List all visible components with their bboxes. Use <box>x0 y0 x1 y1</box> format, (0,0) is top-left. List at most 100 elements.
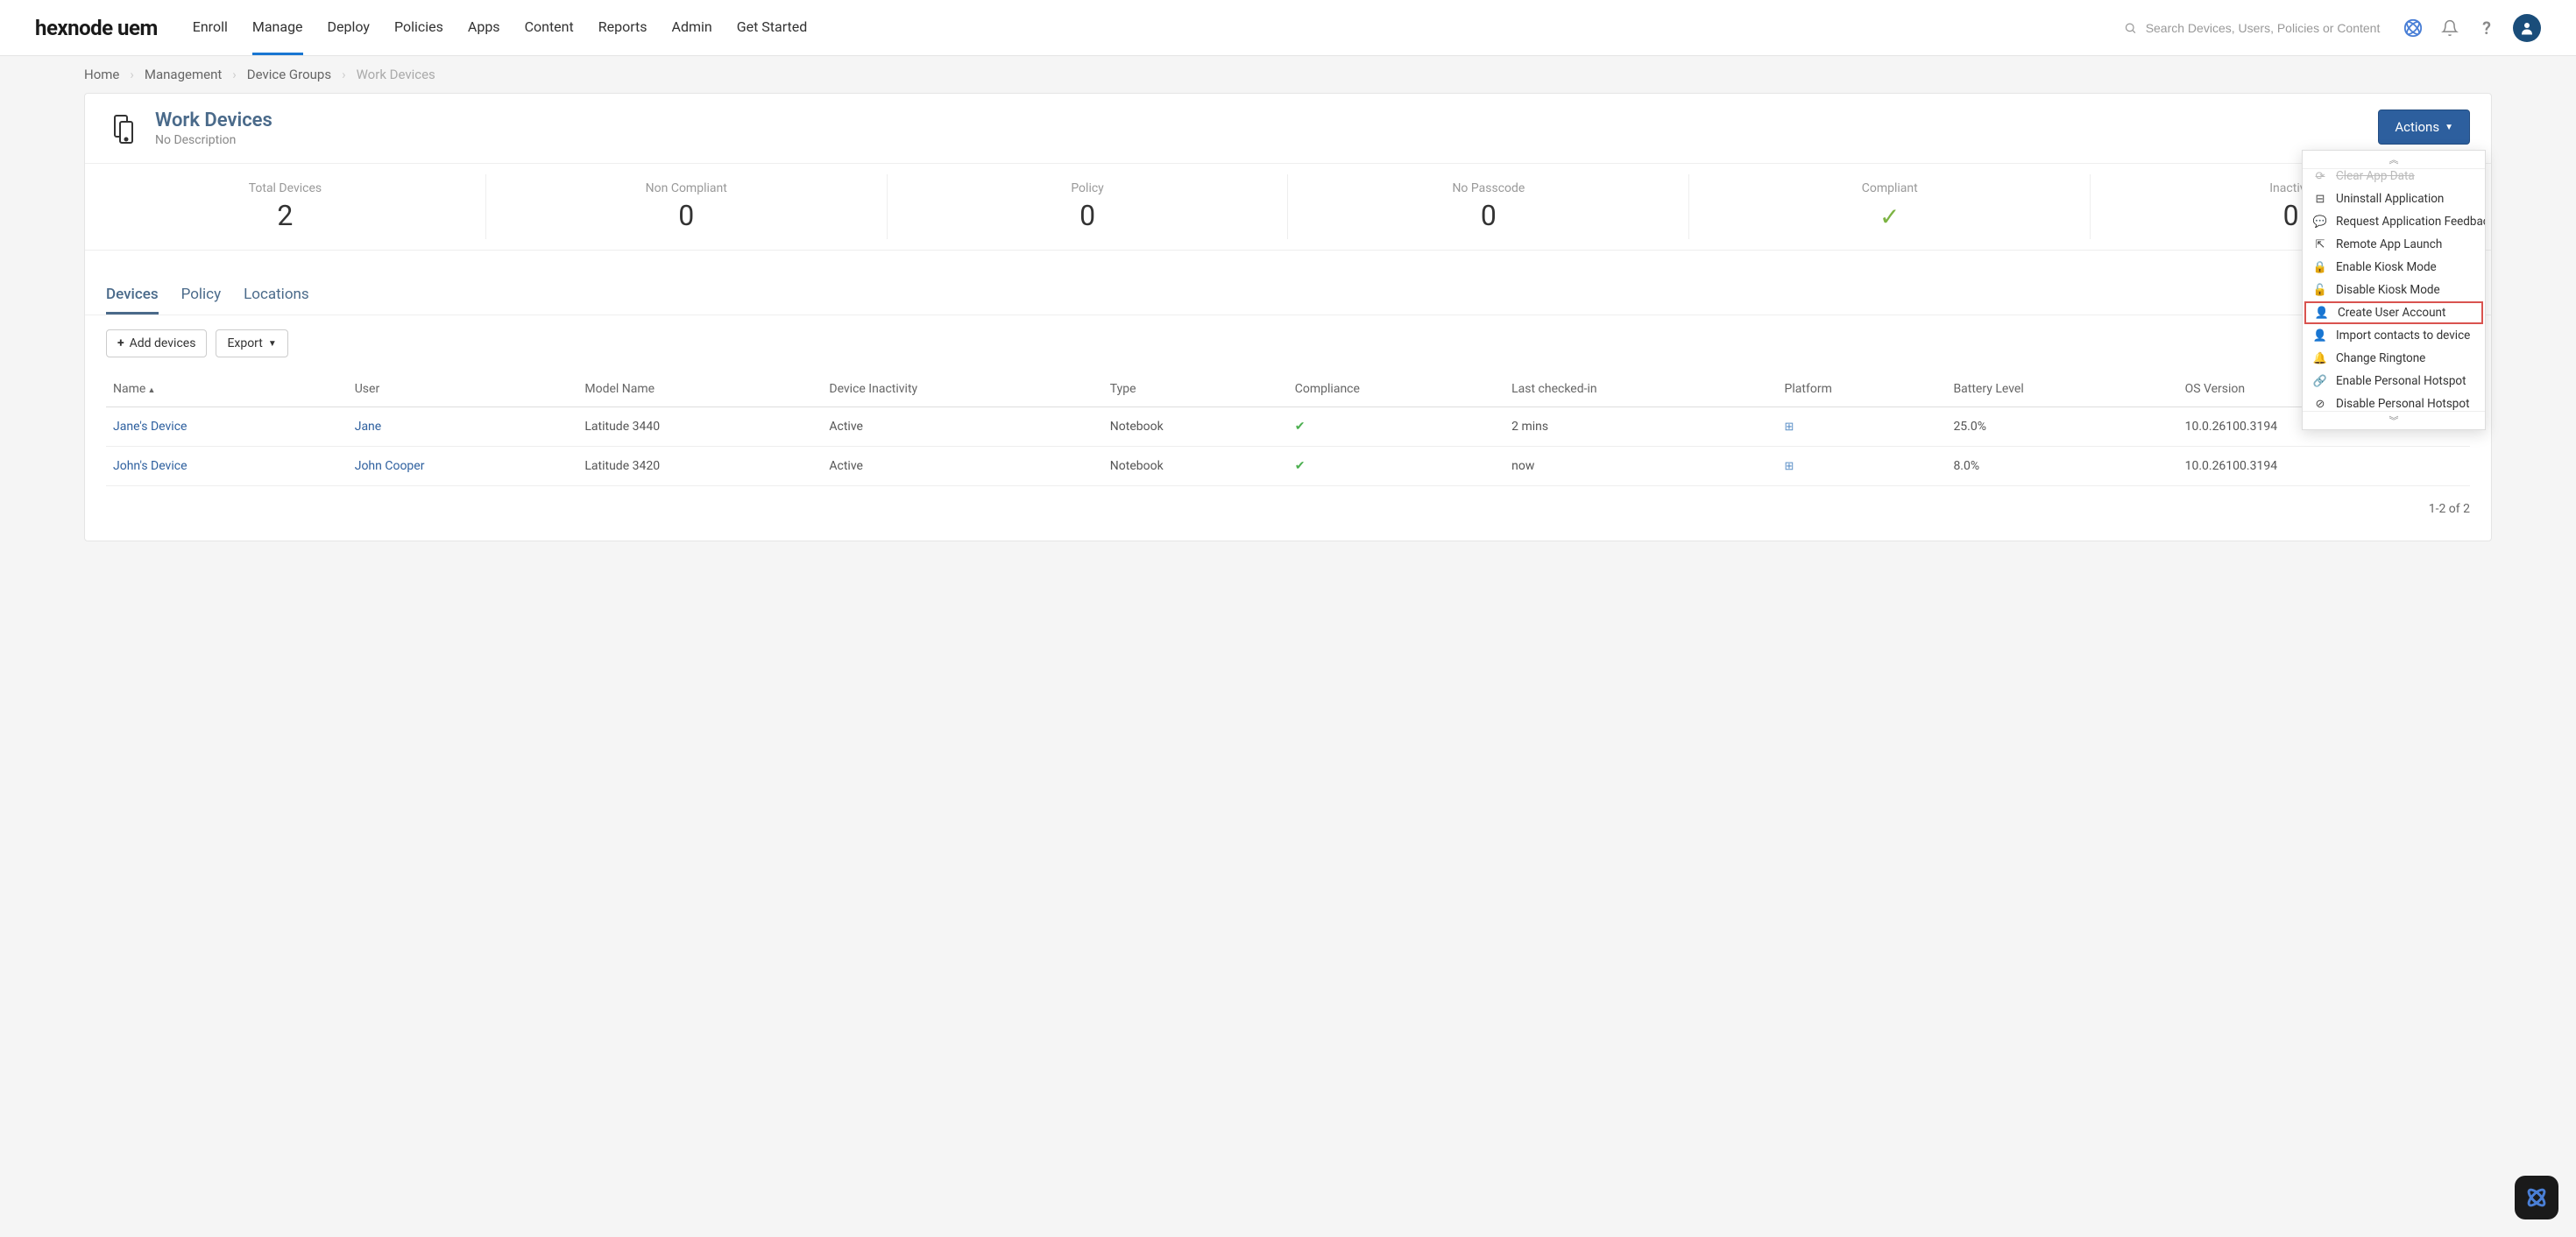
nav-reports[interactable]: Reports <box>598 1 648 55</box>
action-icon: ⊘ <box>2313 398 2327 411</box>
stat-label: Compliant <box>1689 181 2090 195</box>
nav-items: Enroll Manage Deploy Policies Apps Content Rep… <box>193 1 2124 55</box>
breadcrumb-link[interactable]: Management <box>145 67 222 82</box>
global-search[interactable] <box>2124 21 2387 35</box>
action-icon: ⇱ <box>2313 238 2327 251</box>
stat-label: Non Compliant <box>486 181 887 195</box>
help-fab[interactable] <box>2515 1176 2558 1219</box>
search-input[interactable] <box>2146 21 2387 35</box>
logo: hexnode uem <box>35 16 158 40</box>
action-label: Import contacts to device <box>2336 329 2470 343</box>
nav-manage[interactable]: Manage <box>252 1 303 55</box>
user-link[interactable]: John Cooper <box>355 459 425 473</box>
action-import-contacts-to-device[interactable]: 👤Import contacts to device <box>2303 324 2485 347</box>
action-uninstall-application[interactable]: ⊟Uninstall Application <box>2303 187 2485 210</box>
action-label: Request Application Feedback <box>2336 215 2486 229</box>
nav-get-started[interactable]: Get Started <box>737 1 808 55</box>
cell: 2 mins <box>1504 407 1777 447</box>
add-devices-label: Add devices <box>130 336 196 350</box>
dropdown-scroll-down[interactable]: ︾ <box>2303 411 2485 429</box>
actions-dropdown: ︽ ⊞Install Application⟳Clear App Data⊟Un… <box>2302 150 2486 430</box>
action-label: Remote App Launch <box>2336 237 2442 251</box>
table-pagination: 1-2 of 2 <box>85 486 2491 541</box>
action-create-user-account[interactable]: 👤Create User Account <box>2304 301 2483 324</box>
caret-down-icon: ▼ <box>2445 123 2453 132</box>
integrations-icon[interactable] <box>2403 18 2424 39</box>
stat-value: 0 <box>888 199 1288 232</box>
export-button[interactable]: Export ▼ <box>216 329 287 357</box>
cell: Active <box>822 407 1102 447</box>
stat-value: 0 <box>1288 199 1688 232</box>
actions-label: Actions <box>2395 119 2439 135</box>
nav-enroll[interactable]: Enroll <box>193 1 228 55</box>
chevron-right-icon: › <box>232 67 237 82</box>
tab-policy[interactable]: Policy <box>181 277 222 315</box>
tab-devices[interactable]: Devices <box>106 277 159 315</box>
tab-locations[interactable]: Locations <box>244 277 309 315</box>
chevron-right-icon: › <box>342 67 346 82</box>
notifications-icon[interactable] <box>2439 18 2460 39</box>
action-change-ringtone[interactable]: 🔔Change Ringtone <box>2303 347 2485 370</box>
table-row: Jane's DeviceJaneLatitude 3440ActiveNote… <box>106 407 2470 447</box>
breadcrumb-link[interactable]: Home <box>84 67 119 82</box>
stats-row: Total Devices2Non Compliant0Policy0No Pa… <box>85 164 2491 251</box>
cell: Jane's Device <box>106 407 348 447</box>
col-name[interactable]: Name <box>106 371 348 407</box>
action-icon: ⊟ <box>2313 193 2327 206</box>
action-disable-kiosk-mode[interactable]: 🔓Disable Kiosk Mode <box>2303 279 2485 301</box>
nav-admin[interactable]: Admin <box>672 1 712 55</box>
col-device-inactivity[interactable]: Device Inactivity <box>822 371 1102 407</box>
cell: ⊞ <box>1778 447 1947 486</box>
action-remote-app-launch[interactable]: ⇱ Remote App Launch <box>2303 233 2485 256</box>
nav-content[interactable]: Content <box>525 1 574 55</box>
add-devices-button[interactable]: + Add devices <box>106 329 207 357</box>
action-icon: 🔔 <box>2313 352 2327 365</box>
action-enable-kiosk-mode[interactable]: 🔒Enable Kiosk Mode <box>2303 256 2485 279</box>
cell: Jane <box>348 407 578 447</box>
col-platform[interactable]: Platform <box>1778 371 1947 407</box>
cell: Notebook <box>1103 447 1288 486</box>
col-user[interactable]: User <box>348 371 578 407</box>
table-row: John's DeviceJohn CooperLatitude 3420Act… <box>106 447 2470 486</box>
nav-policies[interactable]: Policies <box>394 1 443 55</box>
breadcrumb-link[interactable]: Device Groups <box>247 67 331 82</box>
col-compliance[interactable]: Compliance <box>1288 371 1504 407</box>
action-label: Create User Account <box>2338 306 2445 320</box>
col-battery-level[interactable]: Battery Level <box>1946 371 2177 407</box>
col-type[interactable]: Type <box>1103 371 1288 407</box>
cell: 8.0% <box>1946 447 2177 486</box>
action-label: Disable Kiosk Mode <box>2336 283 2440 297</box>
windows-icon: ⊞ <box>1785 421 1794 434</box>
cell: Notebook <box>1103 407 1288 447</box>
group-title: Work Devices <box>155 110 272 131</box>
action-request-application-feedback[interactable]: 💬Request Application Feedback <box>2303 210 2485 233</box>
actions-button[interactable]: Actions ▼ <box>2378 110 2470 145</box>
caret-down-icon: ▼ <box>268 339 277 349</box>
help-icon[interactable]: ? <box>2476 18 2497 39</box>
nav-right: ? <box>2124 14 2541 42</box>
action-enable-personal-hotspot[interactable]: 🔗Enable Personal Hotspot <box>2303 370 2485 392</box>
cell: Active <box>822 447 1102 486</box>
stat-label: No Passcode <box>1288 181 1688 195</box>
cell: ✔ <box>1288 407 1504 447</box>
stat-no-passcode: No Passcode 0 <box>1288 174 1689 239</box>
col-last-checked-in[interactable]: Last checked-in <box>1504 371 1777 407</box>
group-header: Work Devices No Description Actions ▼ ︽ … <box>85 94 2491 164</box>
chevron-right-icon: › <box>130 67 134 82</box>
device-link[interactable]: John's Device <box>113 459 188 473</box>
stat-value: 2 <box>85 199 485 232</box>
main-panel: Work Devices No Description Actions ▼ ︽ … <box>84 93 2492 541</box>
col-model-name[interactable]: Model Name <box>577 371 822 407</box>
stat-total-devices: Total Devices2 <box>85 174 486 239</box>
device-link[interactable]: Jane's Device <box>113 420 187 434</box>
action-icon: ⟳ <box>2313 170 2327 183</box>
nav-apps[interactable]: Apps <box>468 1 500 55</box>
user-avatar[interactable] <box>2513 14 2541 42</box>
user-link[interactable]: Jane <box>355 420 382 434</box>
cell: ✔ <box>1288 447 1504 486</box>
nav-deploy[interactable]: Deploy <box>328 1 370 55</box>
cell: John Cooper <box>348 447 578 486</box>
stat-non-compliant: Non Compliant0 <box>486 174 888 239</box>
dropdown-scroll-up[interactable]: ︽ <box>2303 151 2485 169</box>
stat-value: ✓ <box>1689 199 2090 232</box>
